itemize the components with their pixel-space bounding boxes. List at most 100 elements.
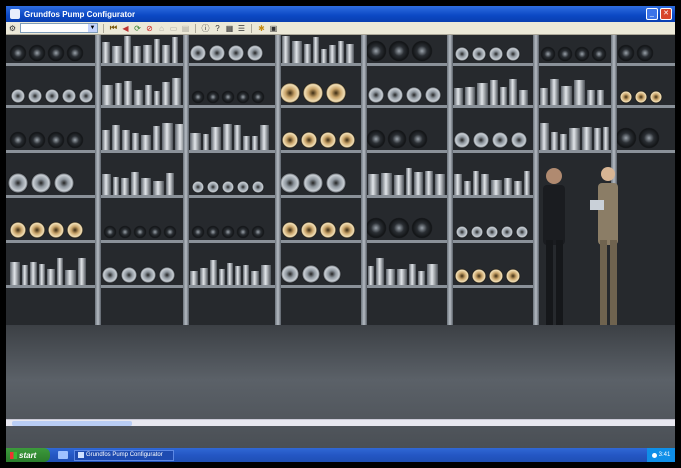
prev-icon[interactable]: ◀ bbox=[121, 24, 130, 33]
warehouse-item bbox=[112, 46, 122, 63]
close-button[interactable]: ✕ bbox=[660, 8, 672, 20]
shelf-board bbox=[364, 240, 450, 243]
start-label: start bbox=[19, 450, 37, 460]
warehouse-item bbox=[47, 131, 65, 149]
warehouse-item bbox=[234, 125, 241, 150]
warehouse-item bbox=[172, 78, 181, 105]
stop-icon[interactable]: ⊘ bbox=[145, 24, 154, 33]
scrollbar-thumb[interactable] bbox=[12, 421, 132, 426]
warehouse-item bbox=[603, 127, 609, 150]
warehouse-item bbox=[634, 90, 648, 104]
warehouse-item bbox=[102, 130, 110, 150]
warehouse-item bbox=[190, 133, 201, 150]
warehouse-item bbox=[281, 221, 299, 239]
warehouse-item bbox=[112, 125, 120, 150]
warehouse-item bbox=[500, 225, 514, 239]
shelf-board bbox=[186, 195, 278, 198]
warehouse-item bbox=[594, 128, 601, 150]
doc-icon[interactable]: ▭ bbox=[169, 24, 178, 33]
refresh-icon[interactable]: ⟳ bbox=[133, 24, 142, 33]
shelf-board bbox=[536, 63, 614, 66]
warehouse-item bbox=[236, 225, 250, 239]
warehouse-item bbox=[102, 174, 111, 195]
clock: 3:41 bbox=[658, 452, 671, 458]
warehouse-item bbox=[319, 131, 337, 149]
warehouse-item bbox=[472, 131, 490, 149]
warehouse-item bbox=[300, 221, 318, 239]
warehouse-item bbox=[504, 178, 512, 195]
warehouse-item bbox=[47, 269, 55, 285]
warehouse-item bbox=[368, 174, 379, 195]
warehouse-item bbox=[134, 90, 143, 105]
warehouse-item bbox=[118, 225, 132, 239]
shelf-board bbox=[450, 105, 536, 108]
chevron-down-icon[interactable]: ▼ bbox=[88, 24, 97, 32]
warehouse-item bbox=[636, 44, 654, 62]
warehouse-item bbox=[582, 127, 592, 150]
floor bbox=[6, 325, 675, 448]
window-icon[interactable]: ▣ bbox=[269, 24, 278, 33]
warehouse-item bbox=[243, 136, 250, 150]
shelf-board bbox=[614, 150, 675, 153]
folder-icon bbox=[78, 452, 84, 458]
warehouse-item bbox=[78, 88, 94, 104]
shelf-board bbox=[6, 240, 98, 243]
warehouse-item bbox=[30, 172, 52, 194]
warehouse-item bbox=[189, 44, 207, 62]
config-icon[interactable]: ⚙ bbox=[8, 24, 17, 33]
warehouse-item bbox=[154, 91, 160, 105]
warehouse-item bbox=[471, 268, 487, 284]
first-icon[interactable]: ⏮ bbox=[109, 23, 118, 33]
network-icon[interactable] bbox=[651, 452, 657, 458]
minimize-button[interactable]: _ bbox=[646, 8, 658, 20]
shelf-board bbox=[6, 195, 98, 198]
start-button[interactable]: start bbox=[6, 448, 50, 462]
warehouse-item bbox=[561, 86, 572, 105]
warehouse-item bbox=[162, 82, 170, 105]
warehouse-item bbox=[103, 225, 117, 239]
warehouse-item bbox=[200, 268, 208, 285]
info-icon[interactable]: ⓘ bbox=[201, 24, 210, 33]
warehouse-item bbox=[397, 269, 407, 285]
title-bar[interactable]: Grundfos Pump Configurator _ ✕ bbox=[6, 6, 675, 22]
warehouse-item bbox=[649, 90, 663, 104]
taskbar-item[interactable]: Grundfos Pump Configurator bbox=[74, 449, 174, 461]
toolbar: ⚙ ▼ ⏮ ◀ ⟳ ⊘ ⌂ ▭ ▤ ⓘ ? ▦ ☰ ✱ ▣ bbox=[6, 22, 675, 35]
shelf-board bbox=[186, 285, 278, 288]
warehouse-item bbox=[491, 131, 509, 149]
warehouse-item bbox=[61, 88, 77, 104]
warehouse-item bbox=[57, 258, 63, 285]
horizontal-scrollbar[interactable] bbox=[6, 419, 675, 426]
warehouse-item bbox=[491, 180, 502, 195]
print-icon[interactable]: ▤ bbox=[181, 24, 190, 33]
product-select[interactable]: ▼ bbox=[20, 23, 98, 33]
warehouse-item bbox=[365, 217, 387, 239]
home-icon[interactable]: ⌂ bbox=[157, 24, 166, 33]
warehouse-item bbox=[473, 171, 479, 195]
warehouse-item bbox=[153, 126, 160, 150]
warehouse-item bbox=[574, 46, 590, 62]
warehouse-item bbox=[102, 42, 110, 63]
shelf-board bbox=[98, 105, 186, 108]
warehouse-item bbox=[617, 44, 635, 62]
warehouse-item bbox=[115, 83, 122, 105]
help-icon[interactable]: ? bbox=[213, 24, 222, 33]
warehouse-item bbox=[338, 131, 356, 149]
warehouse-image bbox=[6, 35, 675, 448]
grid-icon[interactable]: ▦ bbox=[225, 24, 234, 33]
list-icon[interactable]: ☰ bbox=[237, 24, 246, 33]
warehouse-item bbox=[409, 264, 416, 285]
settings-icon[interactable]: ✱ bbox=[257, 24, 266, 33]
shelf-board bbox=[186, 240, 278, 243]
warehouse-item bbox=[243, 265, 249, 285]
warehouse-item bbox=[282, 36, 290, 63]
warehouse-item bbox=[236, 90, 250, 104]
warehouse-item bbox=[381, 173, 392, 195]
shelf-post bbox=[183, 35, 189, 325]
quick-launch-icon[interactable] bbox=[58, 451, 68, 459]
warehouse-item bbox=[386, 269, 395, 285]
shelf-board bbox=[614, 63, 675, 66]
warehouse-item bbox=[454, 268, 470, 284]
shelf-board bbox=[6, 63, 98, 66]
warehouse-item bbox=[211, 127, 221, 150]
